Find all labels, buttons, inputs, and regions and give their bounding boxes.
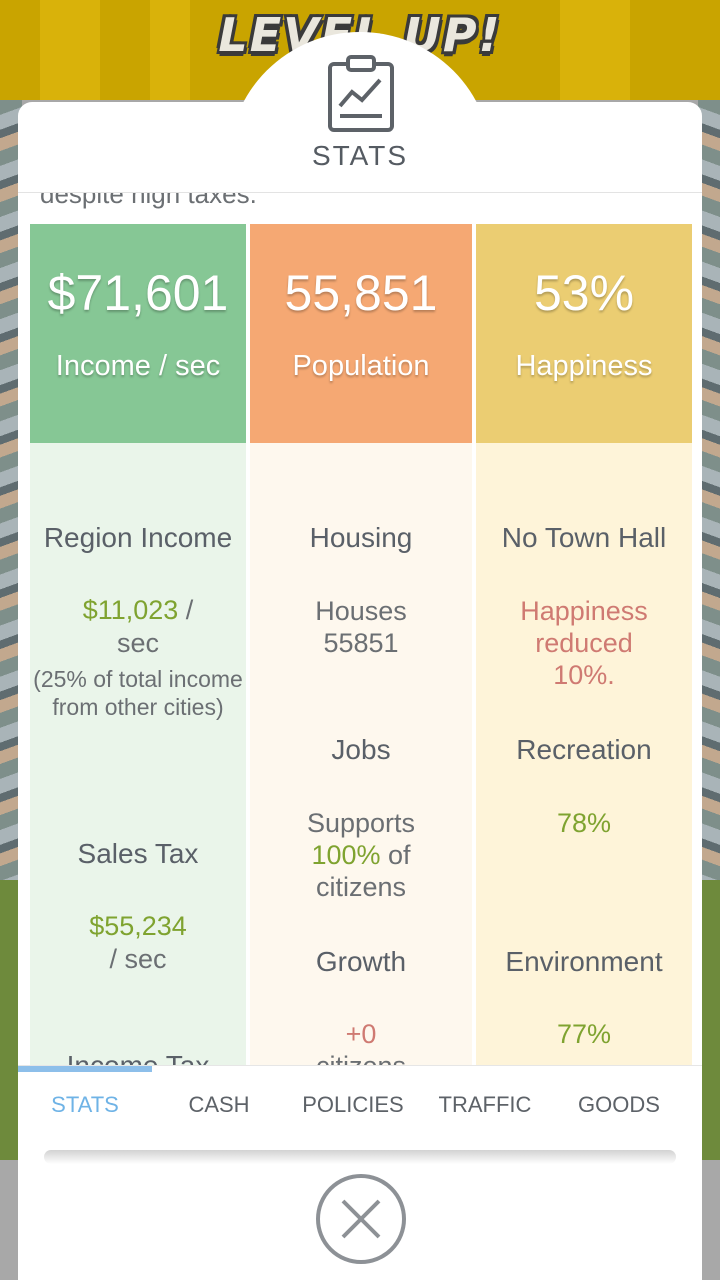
- population-value: 55,851: [284, 265, 438, 321]
- environment-title: Environment: [505, 946, 663, 977]
- housing-count: 55851: [323, 628, 399, 658]
- housing-title: Housing: [309, 522, 413, 553]
- region-income-value: $11,023 /: [82, 595, 194, 625]
- close-button[interactable]: [316, 1174, 406, 1264]
- tab-goods[interactable]: GOODS: [552, 1092, 686, 1118]
- intro-text: despite high taxes.: [40, 193, 257, 209]
- jobs-line2: citizens: [315, 872, 407, 902]
- warning-line-2: reduced: [535, 628, 633, 658]
- recreation-value: 78%: [556, 808, 612, 838]
- jobs-title: Jobs: [331, 734, 391, 765]
- sales-tax-unit: / sec: [109, 944, 167, 974]
- tab-stats[interactable]: STATS: [18, 1092, 152, 1118]
- no-town-hall-title: No Town Hall: [501, 522, 667, 553]
- income-stat-box: $71,601 Income / sec: [30, 224, 246, 443]
- income-label: Income / sec: [55, 350, 221, 382]
- stats-scroll-area[interactable]: despite high taxes. $71,601 Income / sec…: [18, 193, 702, 1065]
- sales-tax-value: $55,234: [89, 911, 187, 941]
- region-income-unit: sec: [116, 628, 160, 658]
- tab-traffic[interactable]: TRAFFIC: [418, 1092, 552, 1118]
- income-column: $71,601 Income / sec Region Income $11,0…: [30, 224, 246, 1065]
- region-income-note: (25% of total income from other cities): [33, 666, 243, 720]
- warning-line-3: 10%.: [553, 660, 615, 690]
- warning-line-1: Happiness: [520, 596, 648, 626]
- modal-title: STATS: [311, 140, 409, 171]
- jobs-line1: Supports: [306, 808, 416, 838]
- population-label: Population: [292, 350, 430, 382]
- happiness-stat-box: 53% Happiness: [476, 224, 692, 443]
- income-value: $71,601: [47, 265, 229, 321]
- population-stat-box: 55,851 Population: [250, 224, 472, 443]
- tab-bar-shadow: [44, 1150, 676, 1164]
- population-column: 55,851 Population Housing Houses 55851 J…: [250, 224, 472, 1065]
- close-x-icon: [341, 1199, 381, 1239]
- environment-value: 77%: [556, 1019, 612, 1049]
- tab-policies[interactable]: POLICIES: [286, 1092, 420, 1118]
- happiness-column: 53% Happiness No Town Hall Happiness red…: [476, 224, 692, 1065]
- tab-cash[interactable]: CASH: [152, 1092, 286, 1118]
- region-income-title: Region Income: [43, 522, 233, 553]
- happiness-label: Happiness: [515, 350, 653, 382]
- income-tax-title: Income Tax: [30, 1050, 246, 1065]
- happiness-value: 53%: [533, 265, 635, 321]
- jobs-value: 100% of: [311, 840, 411, 870]
- tab-bar: STATS CASH POLICIES TRAFFIC GOODS: [18, 1065, 702, 1158]
- recreation-title: Recreation: [516, 734, 652, 765]
- housing-line1: Houses: [315, 596, 407, 626]
- growth-unit: citizens: [250, 1050, 472, 1065]
- growth-title: Growth: [315, 946, 407, 977]
- sales-tax-title: Sales Tax: [77, 838, 199, 869]
- clipboard-chart-icon: [326, 54, 396, 134]
- growth-value: +0: [345, 1019, 377, 1049]
- active-tab-indicator: [18, 1066, 152, 1072]
